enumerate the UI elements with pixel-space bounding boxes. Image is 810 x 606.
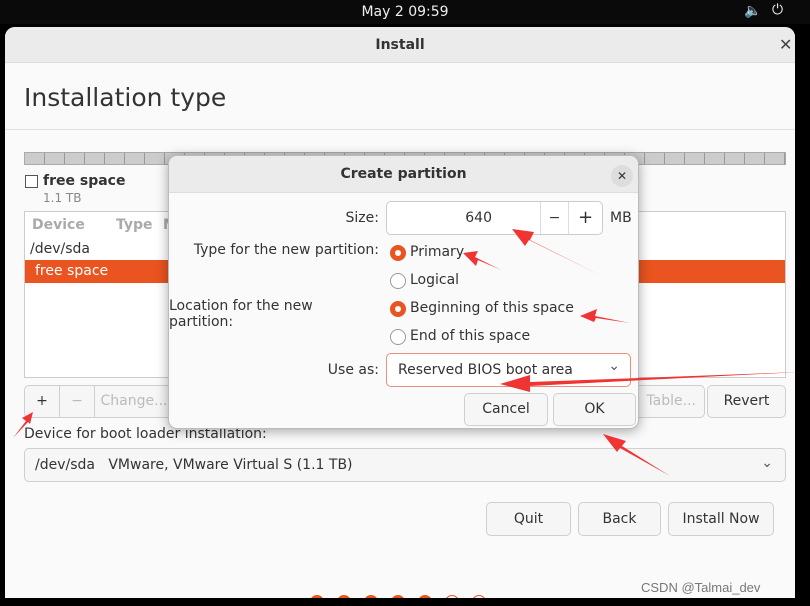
arrow-annotation — [500, 372, 800, 392]
arrow-annotation — [13, 412, 33, 438]
arrow-annotation — [603, 434, 670, 476]
arrow-annotation — [463, 251, 501, 270]
annotation-arrows — [13, 229, 800, 476]
arrow-annotation — [580, 309, 630, 323]
arrow-annotation — [512, 229, 600, 275]
